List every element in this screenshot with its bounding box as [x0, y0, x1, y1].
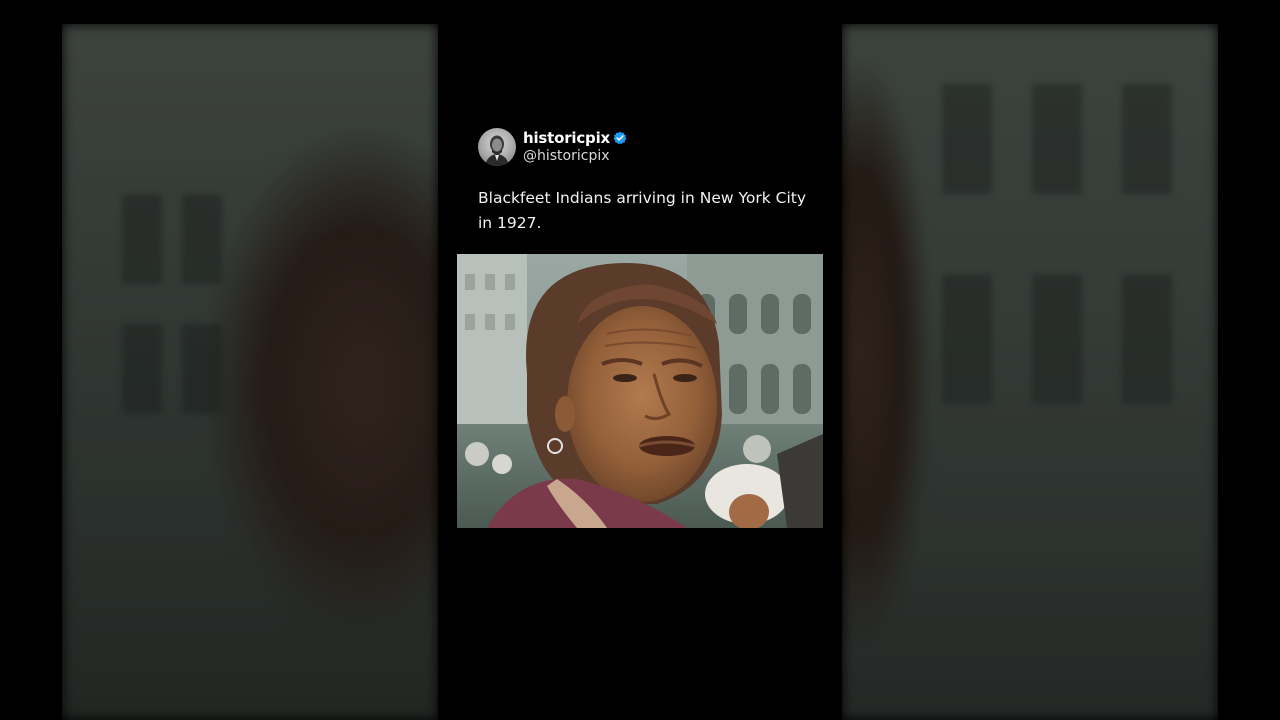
video-frame: historicpix @historicpix Blackfeet India… [0, 0, 1280, 720]
post-photo[interactable] [457, 254, 823, 528]
post-text: Blackfeet Indians arriving in New York C… [478, 189, 807, 232]
post-header: historicpix @historicpix [478, 128, 627, 166]
portrait-avatar-icon[interactable] [478, 128, 516, 166]
blurred-background-left [62, 24, 438, 720]
post-card: historicpix @historicpix Blackfeet India… [438, 0, 842, 720]
verified-badge-icon [613, 131, 627, 145]
author-names: historicpix @historicpix [523, 129, 627, 165]
display-name-row: historicpix [523, 129, 627, 147]
blurred-background-right [842, 24, 1218, 720]
user-handle[interactable]: @historicpix [523, 147, 627, 165]
display-name[interactable]: historicpix [523, 129, 610, 147]
